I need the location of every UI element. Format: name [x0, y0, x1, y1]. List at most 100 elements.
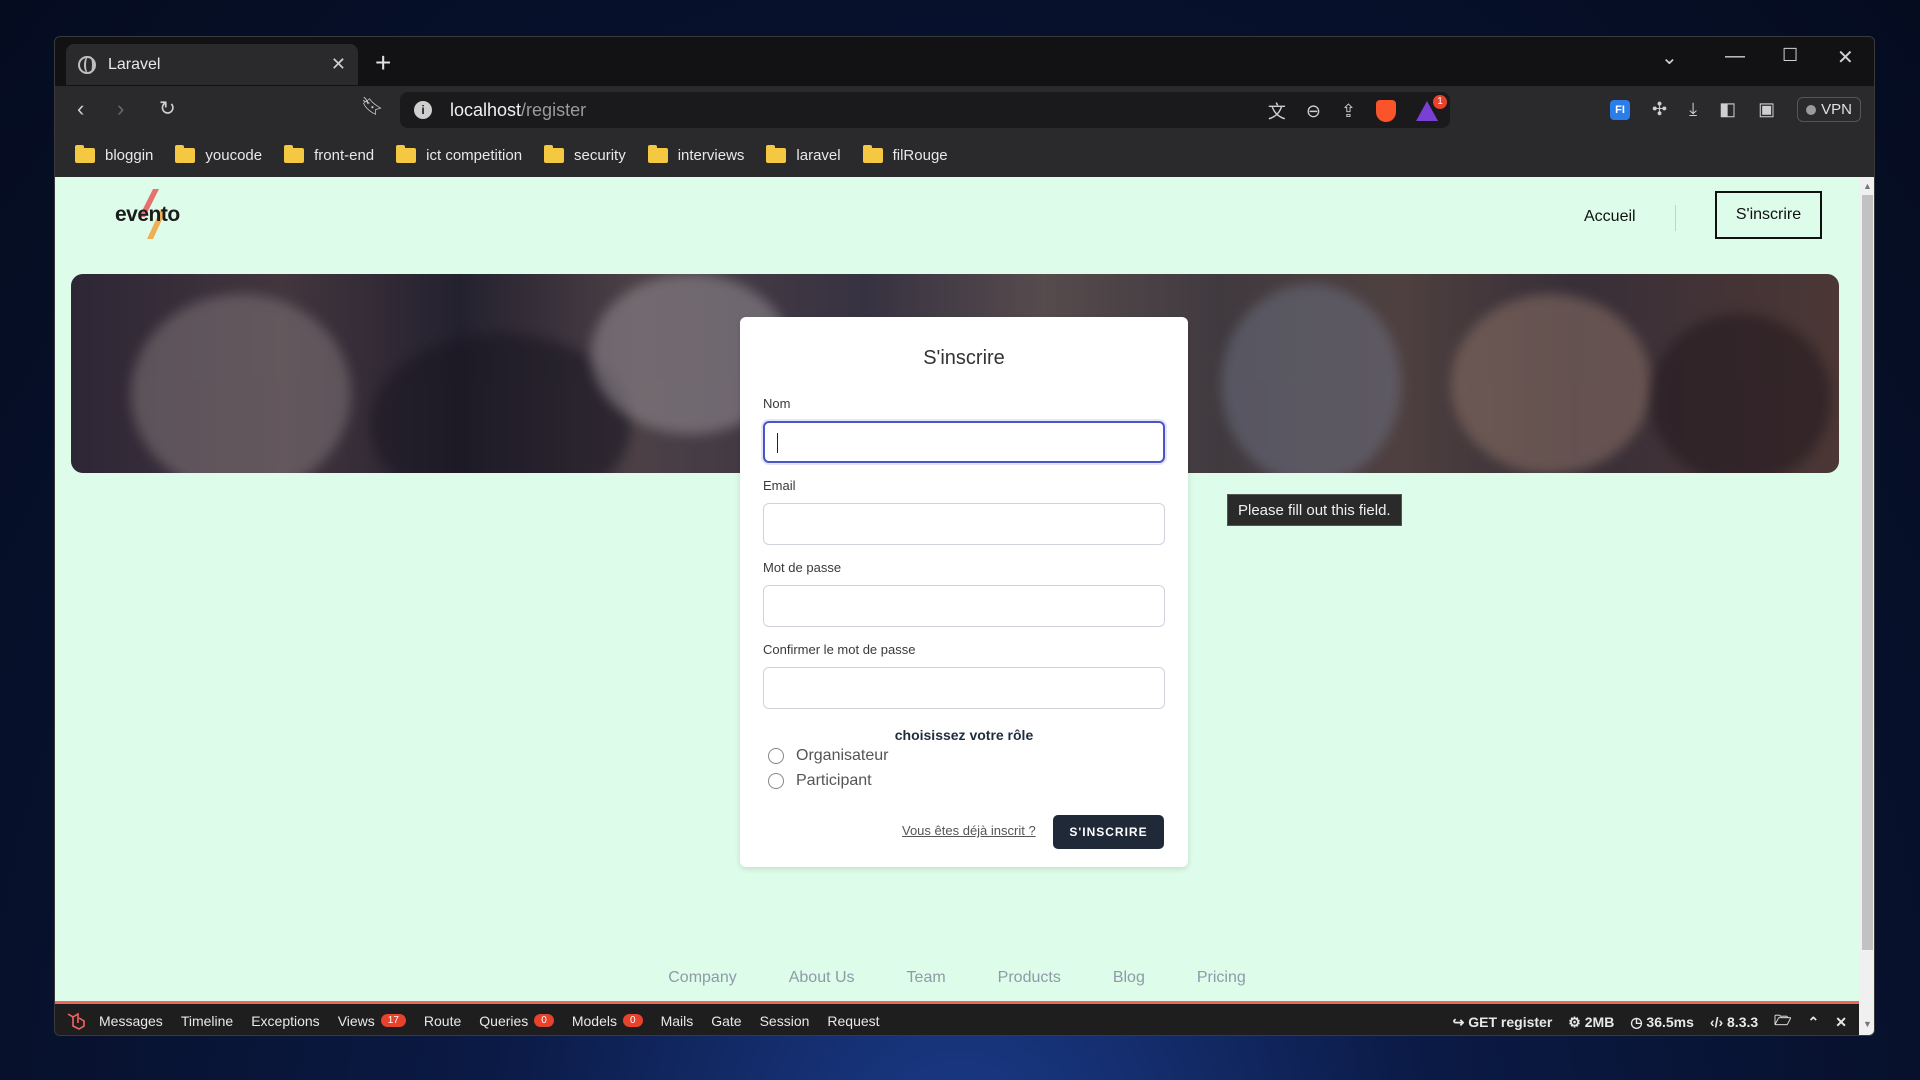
debug-bar: Messages Timeline Exceptions Views 17 Rou… [55, 1001, 1859, 1035]
bookmark-folder[interactable]: security [544, 145, 626, 164]
debug-tab-mails[interactable]: Mails [661, 1013, 694, 1029]
tab-strip: Laravel ✕ + ⌄ — ☐ ✕ [55, 37, 1874, 86]
close-window-icon[interactable]: ✕ [1837, 45, 1854, 70]
folder-icon [862, 145, 883, 163]
footer-link-products[interactable]: Products [998, 969, 1061, 987]
expand-chevron-icon[interactable]: ⌃ [1808, 1014, 1820, 1031]
debug-tab-route[interactable]: Route [424, 1013, 461, 1029]
vpn-label: VPN [1821, 101, 1852, 118]
debug-tab-exceptions[interactable]: Exceptions [251, 1013, 319, 1029]
footer-nav: Company About Us Team Products Blog Pric… [55, 969, 1859, 987]
radio-button[interactable] [768, 773, 784, 789]
radio-button[interactable] [768, 748, 784, 764]
time-text: 36.5ms [1646, 1013, 1694, 1030]
back-icon[interactable]: ‹ [77, 96, 84, 122]
close-debugbar-icon[interactable]: ✕ [1835, 1014, 1847, 1031]
register-submit-button[interactable]: S'INSCRIRE [1053, 815, 1164, 849]
password-input[interactable] [763, 585, 1165, 627]
folder-icon [75, 145, 95, 163]
debug-tab-gate[interactable]: Gate [711, 1013, 741, 1029]
address-bar[interactable]: i localhost /register 文 ⊖ ⇪ 1 [400, 92, 1450, 128]
scroll-up-icon[interactable]: ▲ [1863, 181, 1872, 191]
tab-title: Laravel [108, 55, 161, 73]
debug-time[interactable]: ◷ 36.5ms [1630, 1014, 1694, 1031]
role-option-participant[interactable]: Participant [768, 772, 872, 790]
footer-link-team[interactable]: Team [907, 969, 946, 987]
browser-window: Laravel ✕ + ⌄ — ☐ ✕ ‹ › ↻ 🔖︎ i localhost… [54, 36, 1875, 1036]
debug-tab-queries[interactable]: Queries 0 [479, 1013, 554, 1029]
nav-signup-button[interactable]: S'inscrire [1715, 191, 1822, 239]
scroll-thumb[interactable] [1862, 195, 1873, 950]
browser-tab[interactable]: Laravel ✕ [66, 44, 358, 85]
zoom-out-icon[interactable]: ⊖ [1306, 101, 1321, 122]
debug-tab-views[interactable]: Views 17 [338, 1013, 406, 1029]
tab-list-chevron-icon[interactable]: ⌄ [1661, 45, 1678, 70]
bookmark-folder[interactable]: youcode [175, 145, 263, 164]
sidebar-icon[interactable]: ◧ [1719, 99, 1736, 120]
role-option-organisateur[interactable]: Organisateur [768, 747, 889, 765]
folder-icon [544, 145, 565, 163]
footer-link-about[interactable]: About Us [789, 969, 855, 987]
debug-tab-session[interactable]: Session [760, 1013, 810, 1029]
share-icon[interactable]: ⇪ [1341, 101, 1356, 122]
confirm-password-input[interactable] [763, 667, 1165, 709]
url-path: /register [521, 99, 587, 120]
laravel-logo-icon[interactable] [65, 1010, 87, 1032]
debug-tab-request[interactable]: Request [827, 1013, 879, 1029]
footer-link-pricing[interactable]: Pricing [1197, 969, 1246, 987]
footer-link-company[interactable]: Company [668, 969, 736, 987]
debug-tab-models[interactable]: Models 0 [572, 1013, 643, 1029]
bookmark-folder[interactable]: laravel [766, 145, 841, 164]
new-tab-button[interactable]: + [375, 47, 391, 79]
radio-label: Participant [796, 772, 872, 789]
rewards-badge: 1 [1433, 95, 1447, 109]
folder-icon [766, 145, 787, 163]
role-title: choisissez votre rôle [894, 727, 1034, 743]
name-input[interactable] [763, 421, 1165, 463]
bookmark-folder[interactable]: interviews [647, 145, 744, 164]
bookmark-folder[interactable]: filRouge [862, 145, 948, 164]
debug-memory[interactable]: ⚙ 2MB [1568, 1014, 1614, 1031]
bookmark-label: filRouge [892, 147, 948, 164]
page-scrollbar[interactable]: ▲ ▼ [1859, 177, 1874, 1035]
wallet-icon[interactable]: ▣ [1758, 99, 1775, 120]
extension-fi-icon[interactable]: FI [1610, 99, 1630, 120]
vpn-status-icon [1806, 104, 1817, 115]
bookmark-folder[interactable]: front-end [284, 145, 374, 164]
bookmark-folder[interactable]: bloggin [75, 145, 153, 164]
minimize-icon[interactable]: — [1725, 45, 1745, 68]
reload-icon[interactable]: ↻ [159, 96, 176, 121]
download-icon[interactable]: ⤓ [1689, 99, 1697, 120]
request-text: GET register [1468, 1013, 1553, 1030]
logo-text[interactable]: evento [115, 203, 180, 227]
info-icon[interactable]: i [414, 101, 432, 119]
nav-home-link[interactable]: Accueil [1584, 208, 1636, 226]
footer-link-blog[interactable]: Blog [1113, 969, 1145, 987]
vpn-button[interactable]: VPN [1797, 97, 1861, 122]
cogs-icon: ⚙ [1568, 1013, 1585, 1030]
form-title: S'inscrire [923, 347, 1005, 369]
open-folder-icon[interactable]: 🗁︎ [1774, 1010, 1791, 1034]
bookmark-label: youcode [205, 147, 263, 164]
login-link[interactable]: Vous êtes déjà inscrit ? [902, 823, 1036, 838]
translate-icon[interactable]: 文 [1268, 98, 1286, 124]
globe-icon [78, 55, 96, 74]
debug-tab-label: Views [337, 1012, 375, 1029]
scroll-down-icon[interactable]: ▼ [1863, 1019, 1872, 1029]
debug-tab-label: Queries [479, 1012, 529, 1029]
forward-icon[interactable]: › [117, 96, 124, 122]
email-input[interactable] [763, 503, 1165, 545]
debug-tab-messages[interactable]: Messages [99, 1013, 163, 1029]
maximize-icon[interactable]: ☐ [1782, 45, 1798, 66]
email-label: Email [763, 478, 796, 493]
bookmark-folder[interactable]: ict competition [396, 145, 522, 164]
debug-request-route[interactable]: ↪ GET register [1453, 1014, 1553, 1031]
close-tab-icon[interactable]: ✕ [331, 54, 346, 75]
debug-tab-timeline[interactable]: Timeline [181, 1013, 233, 1029]
extensions-puzzle-icon[interactable]: ✣ [1652, 99, 1667, 120]
page-viewport: evento Accueil S'inscrire S'inscrire Nom… [55, 177, 1859, 1001]
brave-rewards-icon[interactable]: 1 [1416, 95, 1447, 121]
brave-shield-icon[interactable] [1376, 100, 1396, 122]
debug-php-version[interactable]: ‹/› 8.3.3 [1710, 1014, 1758, 1030]
bookmark-icon[interactable]: 🔖︎ [361, 96, 384, 117]
